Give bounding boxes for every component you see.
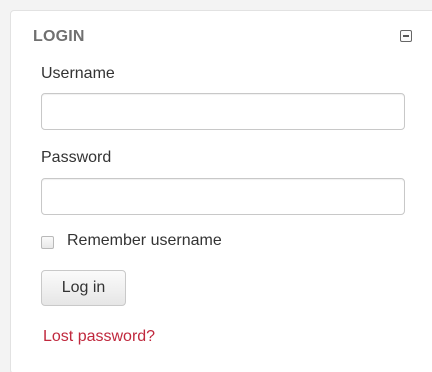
page: LOGIN Username Password Remember usernam… — [0, 0, 432, 372]
remember-username-label[interactable]: Remember username — [67, 232, 222, 250]
login-button[interactable]: Log in — [41, 270, 126, 306]
block-title: LOGIN — [33, 28, 85, 45]
username-label: Username — [41, 65, 115, 82]
lost-password-link[interactable]: Lost password? — [43, 328, 155, 346]
username-input[interactable] — [41, 93, 405, 130]
password-label: Password — [41, 149, 112, 166]
password-input[interactable] — [41, 178, 405, 215]
remember-username-checkbox[interactable] — [41, 236, 54, 249]
collapse-icon[interactable] — [400, 30, 412, 42]
login-block: LOGIN Username Password Remember usernam… — [10, 10, 432, 372]
